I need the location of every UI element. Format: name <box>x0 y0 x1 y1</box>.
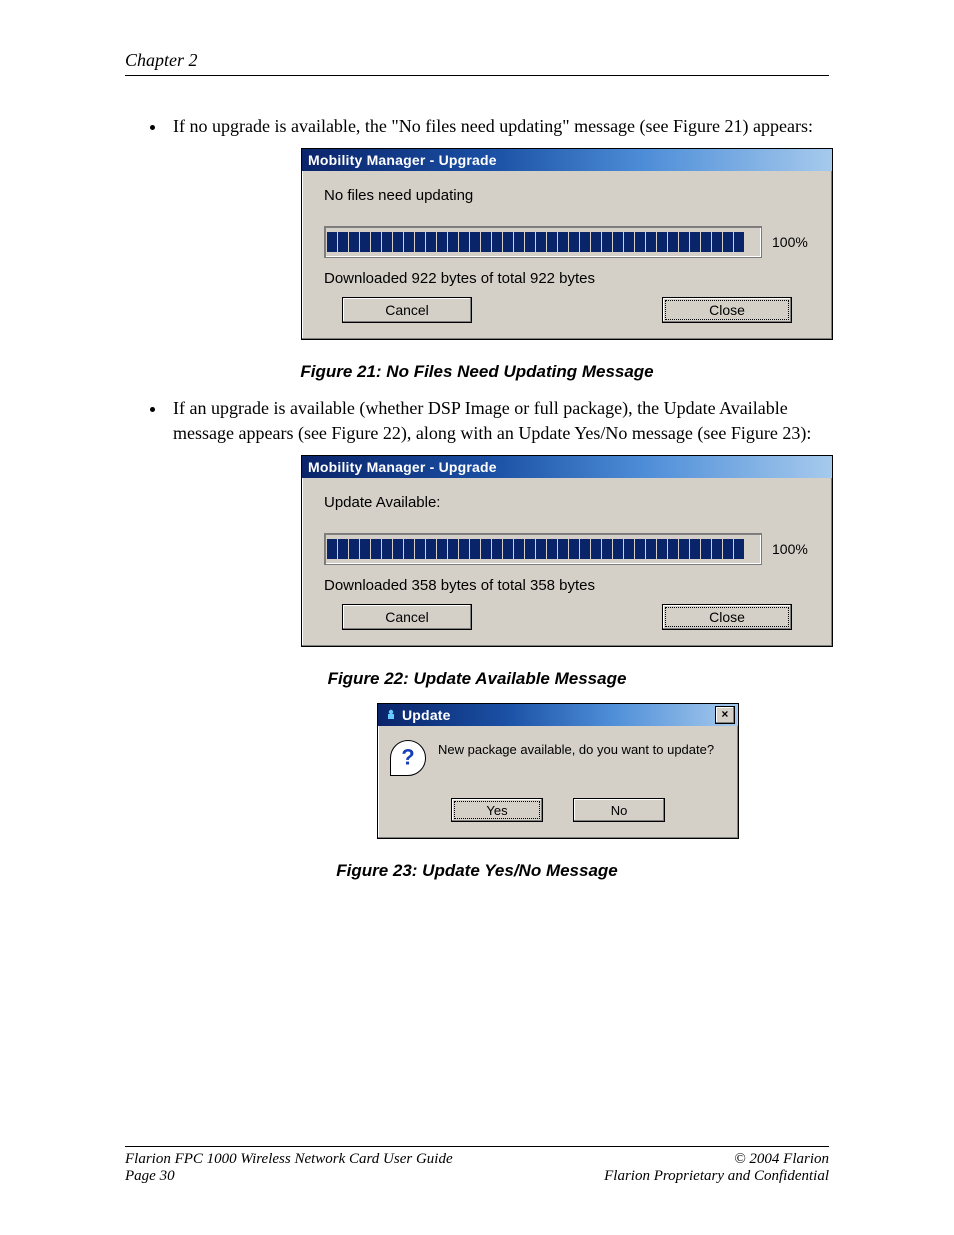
app-icon <box>384 708 398 722</box>
cancel-button[interactable]: Cancel <box>342 297 472 323</box>
close-button[interactable]: Close <box>662 604 792 630</box>
progress-percent: 100% <box>772 541 810 557</box>
chapter-header: Chapter 2 <box>125 50 829 76</box>
dialog-titlebar: Mobility Manager - Upgrade <box>302 149 832 171</box>
figure-caption-21: Figure 21: No Files Need Updating Messag… <box>125 362 829 382</box>
bullet-upgrade-available: If an upgrade is available (whether DSP … <box>167 396 829 445</box>
download-status: Downloaded 358 bytes of total 358 bytes <box>324 577 810 594</box>
upgrade-dialog-21: Mobility Manager - Upgrade No files need… <box>301 148 833 340</box>
figure-caption-22: Figure 22: Update Available Message <box>125 669 829 689</box>
yes-button[interactable]: Yes <box>451 798 543 822</box>
status-text: No files need updating <box>324 187 810 204</box>
close-icon[interactable]: × <box>715 706 735 724</box>
footer-confidential: Flarion Proprietary and Confidential <box>604 1168 829 1185</box>
footer-copyright: © 2004 Flarion <box>604 1151 829 1168</box>
progress-percent: 100% <box>772 234 810 250</box>
upgrade-dialog-22: Mobility Manager - Upgrade Update Availa… <box>301 455 833 647</box>
progress-bar <box>324 226 762 258</box>
status-text: Update Available: <box>324 494 810 511</box>
question-icon: ? <box>390 740 426 776</box>
msgbox-text: New package available, do you want to up… <box>438 740 714 757</box>
dialog-titlebar: Mobility Manager - Upgrade <box>302 456 832 478</box>
progress-bar <box>324 533 762 565</box>
msgbox-title: Update <box>402 707 451 723</box>
footer-guide: Flarion FPC 1000 Wireless Network Card U… <box>125 1151 453 1168</box>
no-button[interactable]: No <box>573 798 665 822</box>
page-footer: Flarion FPC 1000 Wireless Network Card U… <box>125 1146 829 1185</box>
footer-page: Page 30 <box>125 1168 453 1185</box>
download-status: Downloaded 922 bytes of total 922 bytes <box>324 270 810 287</box>
bullet-no-upgrade: If no upgrade is available, the "No file… <box>167 114 829 138</box>
close-button[interactable]: Close <box>662 297 792 323</box>
figure-caption-23: Figure 23: Update Yes/No Message <box>125 861 829 881</box>
update-msgbox: Update × ? New package available, do you… <box>377 703 739 839</box>
cancel-button[interactable]: Cancel <box>342 604 472 630</box>
